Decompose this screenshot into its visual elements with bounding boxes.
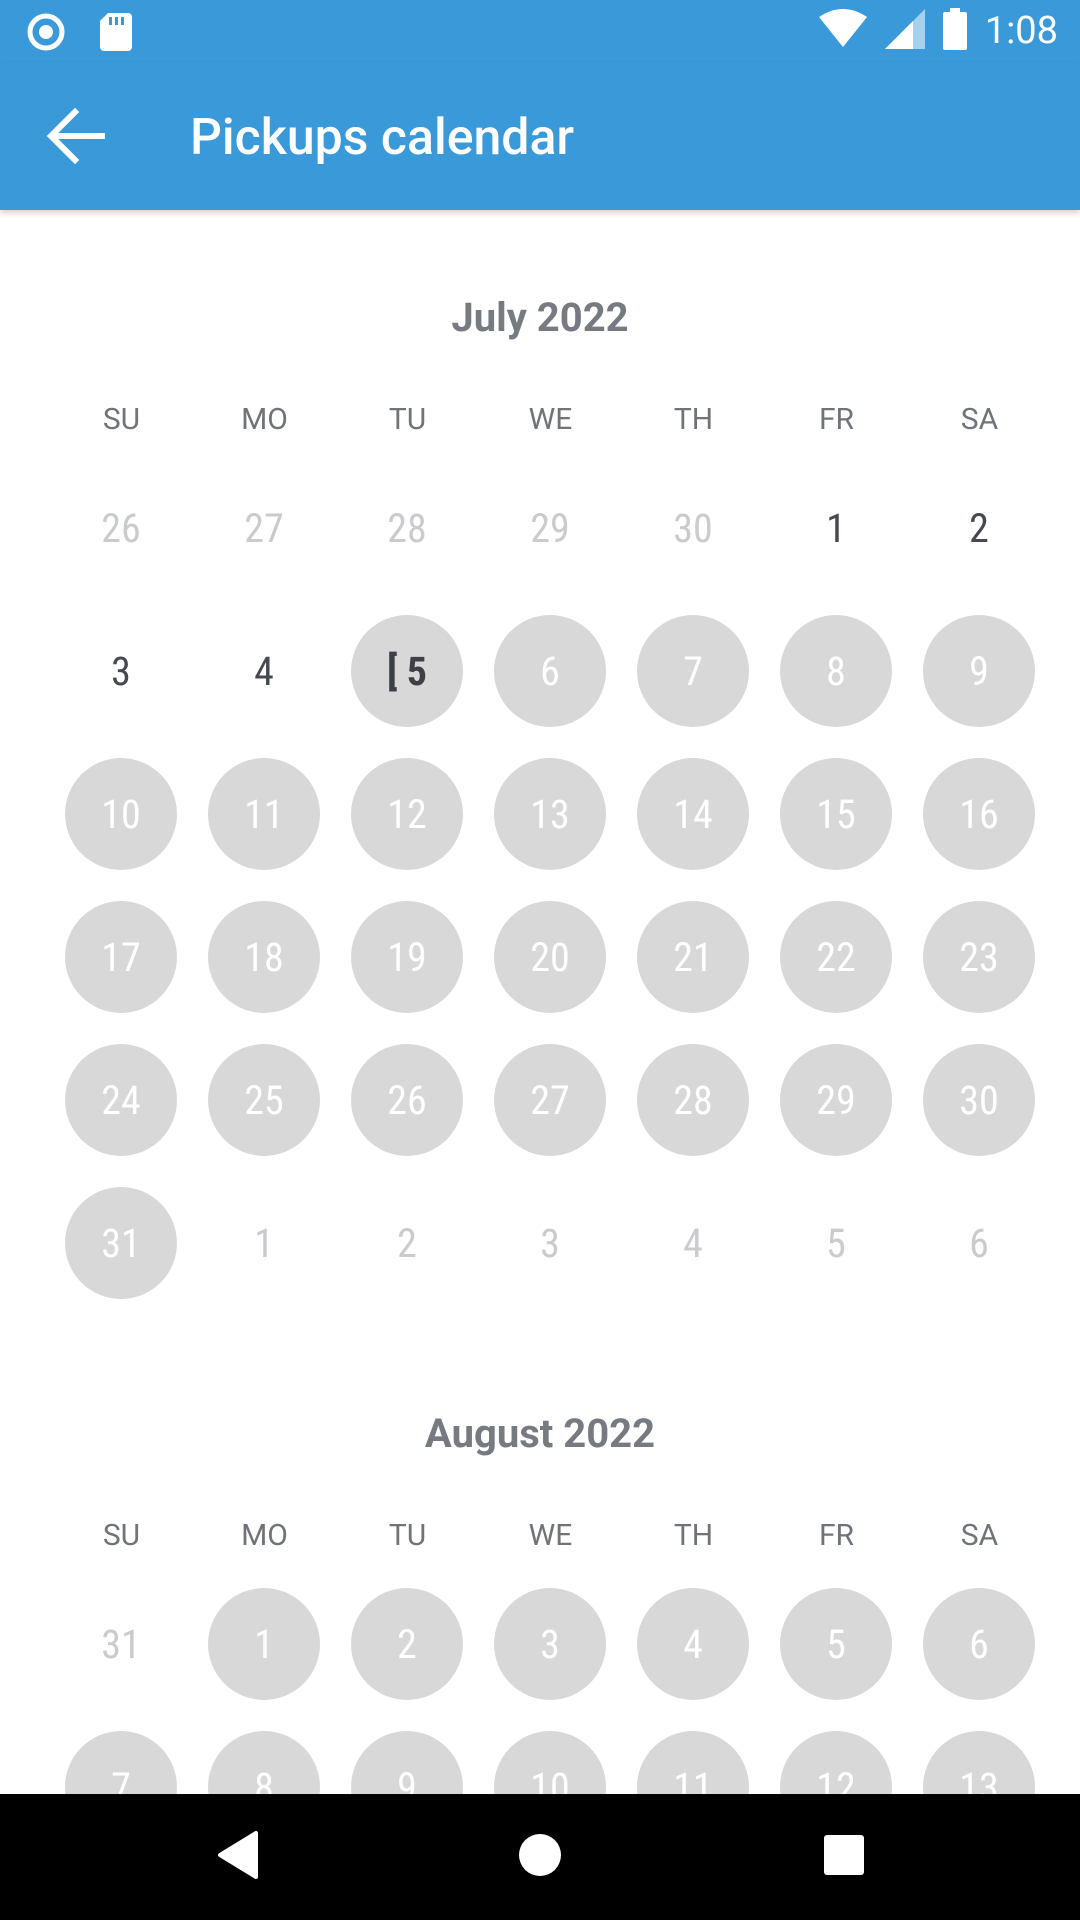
calendar-day[interactable]: 18 <box>208 901 320 1013</box>
calendar-day: 31 <box>101 1620 141 1668</box>
weekday-label: WE <box>528 402 573 437</box>
calendar-day[interactable]: 1 <box>208 1588 320 1700</box>
app-bar: Pickups calendar <box>0 63 1080 210</box>
weekday-label: SA <box>960 1518 999 1553</box>
calendar-day[interactable]: 6 <box>923 1588 1035 1700</box>
calendar-day: 1 <box>254 1219 274 1267</box>
calendar-day[interactable]: 16 <box>923 758 1035 870</box>
calendar-day-today[interactable]: [ 5 <box>351 615 463 727</box>
nav-recents-button[interactable] <box>814 1827 874 1887</box>
calendar-day: 6 <box>969 1219 989 1267</box>
calendar-day[interactable]: 27 <box>494 1044 606 1156</box>
weekday-label: FR <box>818 402 855 437</box>
calendar-day[interactable]: 20 <box>494 901 606 1013</box>
calendar-day[interactable]: 19 <box>351 901 463 1013</box>
calendar-day: 30 <box>673 504 713 552</box>
weekday-label: SU <box>102 1518 141 1553</box>
calendar-day[interactable]: 6 <box>494 615 606 727</box>
calendar-day: 5 <box>826 1219 846 1267</box>
calendar-day[interactable]: 14 <box>637 758 749 870</box>
calendar-day[interactable]: 2 <box>351 1588 463 1700</box>
calendar-day[interactable]: 26 <box>351 1044 463 1156</box>
calendar-day[interactable]: 4 <box>208 615 320 727</box>
calendar-day[interactable]: 7 <box>637 615 749 727</box>
sd-card-icon <box>100 13 132 55</box>
home-circle-icon <box>517 1832 563 1882</box>
weekday-label: TU <box>388 1518 427 1553</box>
calendar-day[interactable]: 7 <box>65 1731 177 1794</box>
navigation-bar <box>0 1794 1080 1920</box>
calendar-day[interactable]: 11 <box>208 758 320 870</box>
calendar-day[interactable]: 3 <box>494 1588 606 1700</box>
recents-square-icon <box>823 1834 865 1880</box>
calendar-day[interactable]: 29 <box>780 1044 892 1156</box>
calendar-day[interactable]: 31 <box>65 1187 177 1299</box>
weekday-label: MO <box>241 402 288 437</box>
calendar-day[interactable]: 12 <box>780 1731 892 1794</box>
calendar-list[interactable]: July 2022 SU MO TU WE TH FR SA 26 27 28 29 30 1 2 3 4[ 5… <box>0 210 1080 1794</box>
calendar-day[interactable]: 10 <box>65 758 177 870</box>
back-triangle-icon <box>216 1831 260 1883</box>
arrow-left-icon <box>45 107 106 168</box>
weekday-label: FR <box>818 1518 855 1553</box>
calendar-day[interactable]: 5 <box>780 1588 892 1700</box>
calendar-day[interactable]: 10 <box>494 1731 606 1794</box>
battery-icon <box>942 8 967 54</box>
weekday-label: TH <box>673 1518 714 1553</box>
calendar-day: 3 <box>540 1219 560 1267</box>
calendar-day: 27 <box>244 504 284 552</box>
calendar-day: 4 <box>683 1219 703 1267</box>
calendar-day[interactable]: 1 <box>780 472 892 584</box>
status-time: 1:08 <box>984 9 1058 53</box>
weekday-label: TH <box>673 402 714 437</box>
page-title: Pickups calendar <box>190 109 575 167</box>
calendar-day[interactable]: 8 <box>208 1731 320 1794</box>
weekday-label: SA <box>960 402 999 437</box>
calendar-day[interactable]: 22 <box>780 901 892 1013</box>
status-bar: 1:08 <box>0 0 1080 63</box>
calendar-day: 2 <box>397 1219 417 1267</box>
calendar-day[interactable]: 12 <box>351 758 463 870</box>
nav-home-button[interactable] <box>510 1827 570 1887</box>
wifi-icon <box>818 9 867 53</box>
weekday-label: SU <box>102 402 141 437</box>
calendar-day[interactable]: 25 <box>208 1044 320 1156</box>
back-button[interactable] <box>40 103 110 173</box>
calendar-day: 28 <box>387 504 427 552</box>
calendar-day[interactable]: 13 <box>923 1731 1035 1794</box>
calendar-day[interactable]: 9 <box>923 615 1035 727</box>
circle-notification-icon <box>26 12 66 56</box>
calendar-day[interactable]: 11 <box>637 1731 749 1794</box>
calendar-day[interactable]: 13 <box>494 758 606 870</box>
month-title: August 2022 <box>424 1410 656 1457</box>
nav-back-button[interactable] <box>208 1827 268 1887</box>
calendar-day[interactable]: 3 <box>65 615 177 727</box>
signal-icon <box>884 9 925 53</box>
calendar-day[interactable]: 28 <box>637 1044 749 1156</box>
calendar-day: 26 <box>101 504 141 552</box>
calendar-day[interactable]: 30 <box>923 1044 1035 1156</box>
calendar-day[interactable]: 24 <box>65 1044 177 1156</box>
weekday-label: TU <box>388 402 427 437</box>
calendar-day[interactable]: 8 <box>780 615 892 727</box>
calendar-day[interactable]: 17 <box>65 901 177 1013</box>
calendar-day: 29 <box>530 504 570 552</box>
weekday-label: WE <box>528 1518 573 1553</box>
calendar-day[interactable]: 23 <box>923 901 1035 1013</box>
calendar-day[interactable]: 4 <box>637 1588 749 1700</box>
calendar-day[interactable]: 21 <box>637 901 749 1013</box>
weekday-label: MO <box>241 1518 288 1553</box>
calendar-day[interactable]: 9 <box>351 1731 463 1794</box>
calendar-day[interactable]: 2 <box>923 472 1035 584</box>
month-title: July 2022 <box>451 294 629 341</box>
calendar-day[interactable]: 15 <box>780 758 892 870</box>
